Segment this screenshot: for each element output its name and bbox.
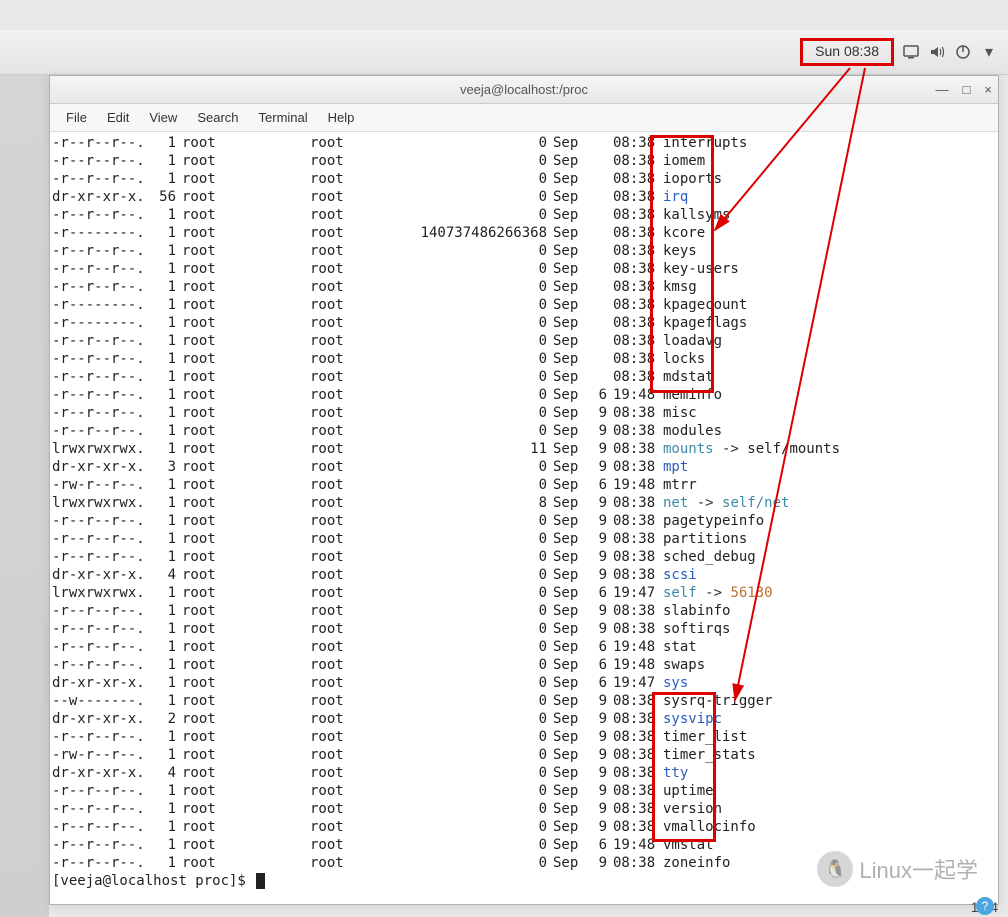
watermark: 🐧 Linux一起学 — [817, 851, 978, 887]
clock-highlight-box: Sun 08:38 — [800, 38, 894, 66]
file-row: -r--r--r--.1rootroot0Sep908:38uptime — [52, 782, 996, 800]
file-row: -r--r--r--.1rootroot0Sep08:38iomem — [52, 152, 996, 170]
file-row: dr-xr-xr-x.56rootroot0Sep08:38irq — [52, 188, 996, 206]
file-row: -r--r--r--.1rootroot0Sep08:38mdstat — [52, 368, 996, 386]
menubar: FileEditViewSearchTerminalHelp — [50, 104, 998, 132]
file-row: -r--r--r--.1rootroot0Sep08:38locks — [52, 350, 996, 368]
menu-terminal[interactable]: Terminal — [249, 106, 318, 129]
file-row: lrwxrwxrwx.1rootroot11Sep908:38mounts ->… — [52, 440, 996, 458]
file-row: --w-------.1rootroot0Sep908:38sysrq-trig… — [52, 692, 996, 710]
file-row: -r--r--r--.1rootroot0Sep08:38interrupts — [52, 134, 996, 152]
menu-help[interactable]: Help — [318, 106, 365, 129]
terminal-output[interactable]: -r--r--r--.1rootroot0Sep08:38interrupts-… — [50, 132, 998, 892]
system-topbar: Sun 08:38 ▾ — [0, 30, 1008, 75]
file-row: -r--r--r--.1rootroot0Sep08:38key-users — [52, 260, 996, 278]
file-row: -r--r--r--.1rootroot0Sep908:38modules — [52, 422, 996, 440]
window-title: veeja@localhost:/proc — [460, 82, 588, 97]
page-indicator: 1 / 4 ? — [971, 899, 998, 915]
file-row: -r--r--r--.1rootroot0Sep08:38kallsyms — [52, 206, 996, 224]
volume-icon[interactable] — [928, 43, 946, 61]
file-row: -r--r--r--.1rootroot0Sep619:48swaps — [52, 656, 996, 674]
system-clock[interactable]: Sun 08:38 — [807, 39, 887, 63]
file-row: -r--r--r--.1rootroot0Sep908:38sched_debu… — [52, 548, 996, 566]
file-row: -r--r--r--.1rootroot0Sep908:38slabinfo — [52, 602, 996, 620]
file-row: -r--------.1rootroot0Sep08:38kpageflags — [52, 314, 996, 332]
file-row: dr-xr-xr-x.3rootroot0Sep908:38mpt — [52, 458, 996, 476]
desktop-side — [0, 75, 49, 917]
menu-view[interactable]: View — [139, 106, 187, 129]
chevron-down-icon[interactable]: ▾ — [980, 43, 998, 61]
file-row: -r--r--r--.1rootroot0Sep908:38partitions — [52, 530, 996, 548]
menu-file[interactable]: File — [56, 106, 97, 129]
file-row: -r--r--r--.1rootroot0Sep908:38misc — [52, 404, 996, 422]
file-row: dr-xr-xr-x.4rootroot0Sep908:38scsi — [52, 566, 996, 584]
file-row: lrwxrwxrwx.1rootroot8Sep908:38net -> sel… — [52, 494, 996, 512]
file-row: dr-xr-xr-x.2rootroot0Sep908:38sysvipc — [52, 710, 996, 728]
watermark-icon: 🐧 — [817, 851, 853, 887]
file-row: -r--r--r--.1rootroot0Sep908:38version — [52, 800, 996, 818]
file-row: dr-xr-xr-x.4rootroot0Sep908:38tty — [52, 764, 996, 782]
file-row: lrwxrwxrwx.1rootroot0Sep619:47self -> 56… — [52, 584, 996, 602]
maximize-button[interactable]: □ — [963, 82, 971, 97]
file-row: -r--r--r--.1rootroot0Sep908:38softirqs — [52, 620, 996, 638]
minimize-button[interactable]: — — [936, 82, 949, 97]
file-row: -r--r--r--.1rootroot0Sep08:38keys — [52, 242, 996, 260]
file-row: -r--r--r--.1rootroot0Sep908:38timer_list — [52, 728, 996, 746]
file-row: -r--r--r--.1rootroot0Sep619:48stat — [52, 638, 996, 656]
file-row: -r--r--r--.1rootroot0Sep08:38ioports — [52, 170, 996, 188]
file-row: -r--r--r--.1rootroot0Sep908:38pagetypein… — [52, 512, 996, 530]
screen-icon[interactable] — [902, 43, 920, 61]
menu-search[interactable]: Search — [187, 106, 248, 129]
file-row: -r--------.1rootroot140737486266368Sep08… — [52, 224, 996, 242]
watermark-text: Linux一起学 — [859, 853, 978, 885]
menu-edit[interactable]: Edit — [97, 106, 139, 129]
file-row: -r--r--r--.1rootroot0Sep619:48meminfo — [52, 386, 996, 404]
file-row: dr-xr-xr-x.1rootroot0Sep619:47sys — [52, 674, 996, 692]
file-row: -r--r--r--.1rootroot0Sep08:38kmsg — [52, 278, 996, 296]
file-row: -r--------.1rootroot0Sep08:38kpagecount — [52, 296, 996, 314]
window-titlebar[interactable]: veeja@localhost:/proc — □ × — [50, 76, 998, 104]
power-icon[interactable] — [954, 43, 972, 61]
file-row: -r--r--r--.1rootroot0Sep08:38loadavg — [52, 332, 996, 350]
terminal-window: veeja@localhost:/proc — □ × FileEditView… — [49, 75, 999, 905]
help-icon[interactable]: ? — [976, 897, 994, 915]
file-row: -rw-r--r--.1rootroot0Sep908:38timer_stat… — [52, 746, 996, 764]
close-button[interactable]: × — [984, 82, 992, 97]
cursor — [256, 873, 265, 889]
file-row: -r--r--r--.1rootroot0Sep908:38vmallocinf… — [52, 818, 996, 836]
file-row: -rw-r--r--.1rootroot0Sep619:48mtrr — [52, 476, 996, 494]
